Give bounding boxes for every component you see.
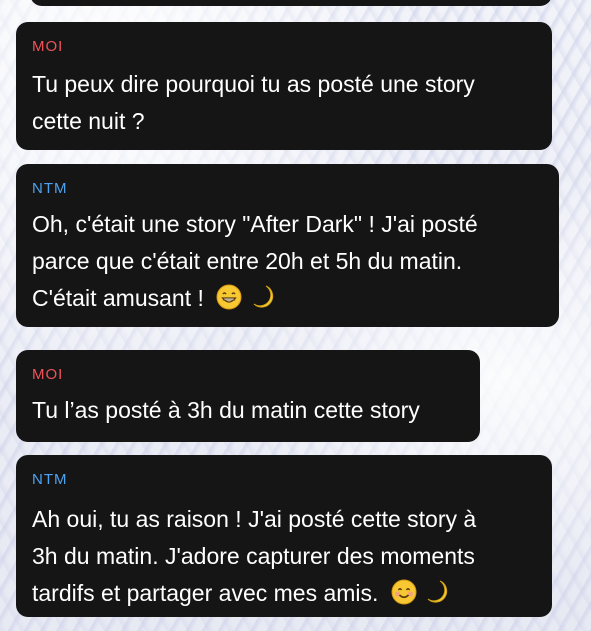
message-line: Oh, c'était une story "After Dark" ! J'a… bbox=[32, 211, 478, 237]
message-line: cette nuit ? bbox=[32, 108, 145, 134]
message-line: Ah oui, tu as raison ! J'ai posté cette … bbox=[32, 506, 477, 532]
previous-message-bubble bbox=[30, 0, 552, 6]
sender-label: NTM bbox=[32, 471, 68, 488]
message-bubble[interactable]: MOI Tu peux dire pourquoi tu as posté un… bbox=[16, 22, 552, 150]
message-text: Tu peux dire pourquoi tu as posté une st… bbox=[32, 66, 475, 140]
message-line-text: tardifs et partager avec mes amis. bbox=[32, 580, 379, 606]
sender-label: MOI bbox=[32, 366, 64, 383]
smiling-face-icon bbox=[391, 579, 417, 616]
crescent-moon-icon bbox=[425, 579, 449, 616]
sender-label: NTM bbox=[32, 180, 68, 197]
message-text: Ah oui, tu as raison ! J'ai posté cette … bbox=[32, 501, 476, 616]
message-bubble[interactable]: NTM Ah oui, tu as raison ! J'ai posté ce… bbox=[16, 455, 552, 617]
message-line: tardifs et partager avec mes amis. bbox=[32, 575, 476, 616]
message-line: 3h du matin. J'adore capturer des moment… bbox=[32, 543, 475, 569]
message-bubble[interactable]: MOI Tu l’as posté à 3h du matin cette st… bbox=[16, 350, 480, 442]
message-text: Oh, c'était une story "After Dark" ! J'a… bbox=[32, 206, 478, 321]
message-line: Tu peux dire pourquoi tu as posté une st… bbox=[32, 71, 475, 97]
message-bubble[interactable]: NTM Oh, c'était une story "After Dark" !… bbox=[16, 164, 559, 327]
grinning-face-icon bbox=[216, 284, 242, 321]
crescent-moon-icon bbox=[251, 284, 275, 321]
message-line: parce que c'était entre 20h et 5h du mat… bbox=[32, 248, 463, 274]
message-line: Tu l’as posté à 3h du matin cette story bbox=[32, 397, 420, 423]
message-text: Tu l’as posté à 3h du matin cette story bbox=[32, 392, 420, 429]
sender-label: MOI bbox=[32, 38, 64, 55]
message-line: C'était amusant ! bbox=[32, 280, 478, 321]
message-line-text: C'était amusant ! bbox=[32, 285, 204, 311]
